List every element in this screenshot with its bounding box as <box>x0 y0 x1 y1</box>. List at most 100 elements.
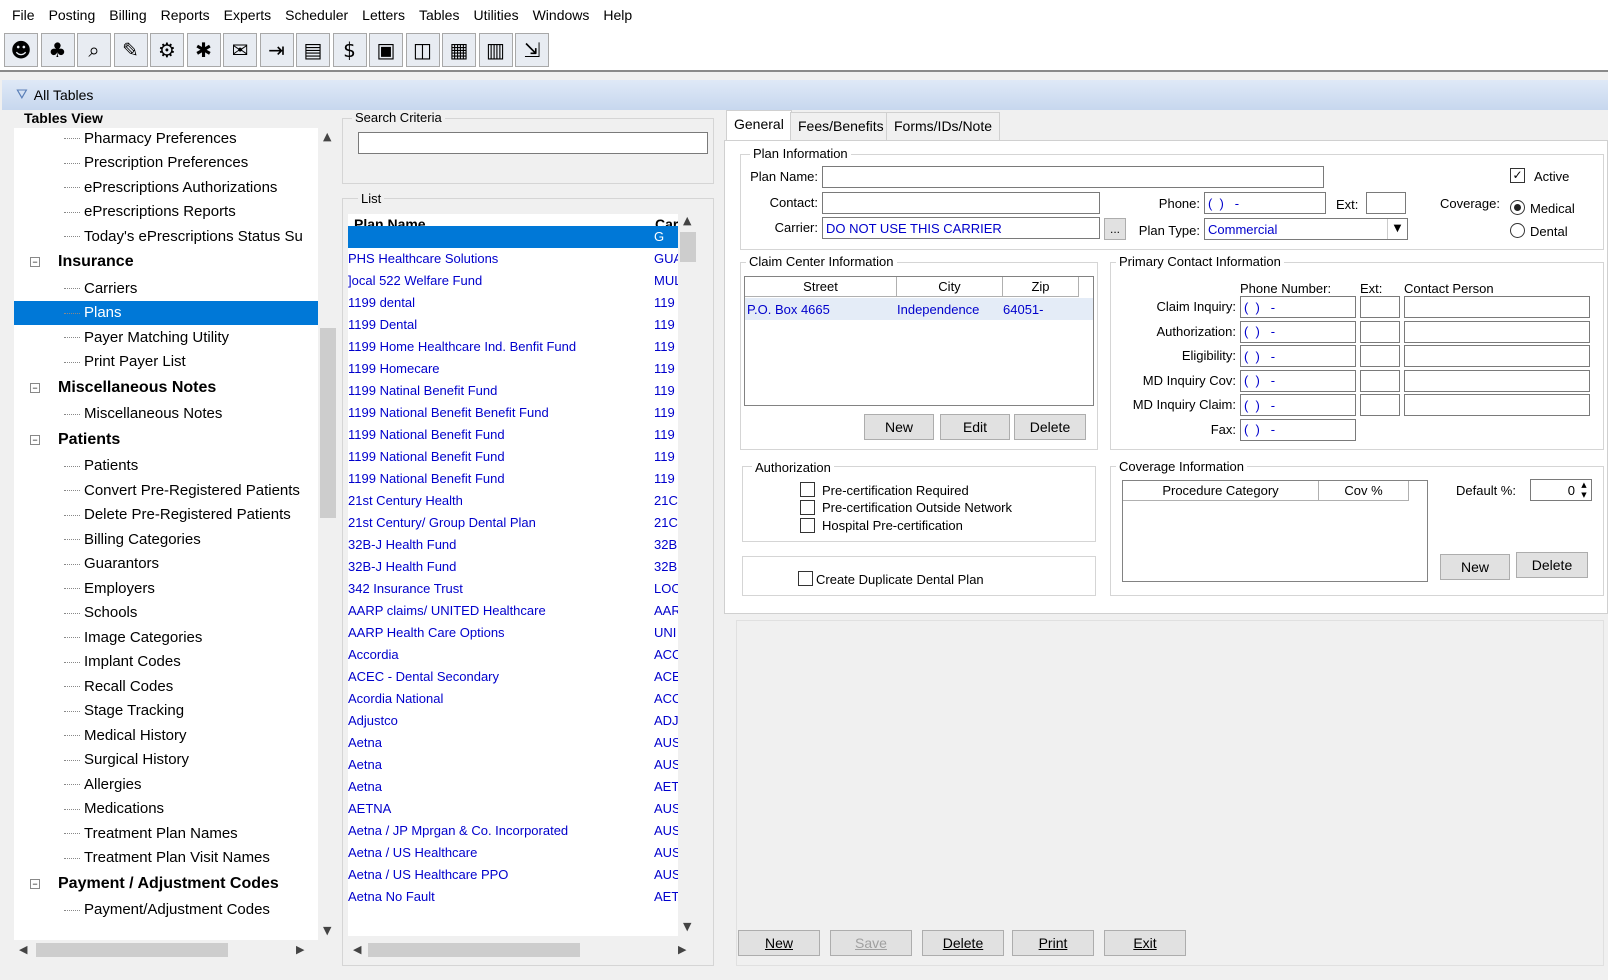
precert-outside-network-checkbox[interactable] <box>800 500 815 515</box>
contact-ext-field[interactable] <box>1360 394 1400 416</box>
menu-experts[interactable]: Experts <box>218 7 279 23</box>
tree-group-insurance[interactable]: − Insurance <box>14 250 320 274</box>
tree-item-guarantors[interactable]: Guarantors <box>14 552 320 576</box>
list-item[interactable]: 342 Insurance Trust LOC <box>348 578 678 600</box>
tree-item-eprescriptions-authorizations[interactable]: ePrescriptions Authorizations <box>14 175 320 199</box>
list-item[interactable]: G <box>348 226 678 248</box>
scroll-right-icon[interactable]: ▶ <box>678 943 686 956</box>
tree-group-miscellaneous-notes[interactable]: − Miscellaneous Notes <box>14 376 320 400</box>
tree-item-implant-codes[interactable]: Implant Codes <box>14 650 320 674</box>
default-percent-stepper[interactable]: 0 ▲ ▼ <box>1530 479 1592 501</box>
window-icon[interactable]: ◫ <box>405 33 440 67</box>
street-header[interactable]: Street <box>745 277 897 297</box>
list-item[interactable]: 1199 National Benefit Fund 119 <box>348 424 678 446</box>
contact-field[interactable] <box>822 192 1100 214</box>
list-item[interactable]: Accordia ACC <box>348 644 678 666</box>
list-item[interactable]: 32B-J Health Fund 32B. <box>348 534 678 556</box>
list-item[interactable]: Aetna / US Healthcare AUS <box>348 842 678 864</box>
list-item[interactable]: Aetna AUS <box>348 754 678 776</box>
scroll-right-icon[interactable]: ▶ <box>296 943 304 956</box>
contact-person-field[interactable] <box>1404 296 1590 318</box>
tree-item-treatment-plan-names[interactable]: Treatment Plan Names <box>14 821 320 845</box>
menu-tables[interactable]: Tables <box>413 7 467 23</box>
active-checkbox[interactable]: ✓ <box>1510 168 1525 183</box>
tree-item-image-categories[interactable]: Image Categories <box>14 625 320 649</box>
menu-billing[interactable]: Billing <box>103 7 154 23</box>
scroll-thumb[interactable] <box>320 328 336 518</box>
coverage-grid[interactable]: Procedure Category Cov % <box>1122 480 1428 582</box>
phone-field[interactable] <box>1204 192 1326 214</box>
door-icon[interactable]: ⇥ <box>259 33 294 67</box>
list-item[interactable]: 1199 National Benefit Fund 119 <box>348 446 678 468</box>
folder-icon[interactable]: ▣ <box>369 33 403 67</box>
list-item[interactable]: Aetna / JP Mprgan & Co. Incorporated AUS <box>348 820 678 842</box>
tree-item-stage-tracking[interactable]: Stage Tracking <box>14 699 320 723</box>
list-item[interactable]: 21st Century/ Group Dental Plan 21C <box>348 512 678 534</box>
tree-item-surgical-history[interactable]: Surgical History <box>14 748 320 772</box>
contact-phone-field[interactable] <box>1240 296 1356 318</box>
contact-phone-field[interactable] <box>1240 418 1356 441</box>
scroll-down-icon[interactable]: ▼ <box>683 920 691 933</box>
menu-file[interactable]: File <box>6 7 43 23</box>
precert-required-checkbox[interactable] <box>800 482 815 497</box>
contact-phone-field[interactable] <box>1240 345 1356 367</box>
list-item[interactable]: 32B-J Health Fund 32B. <box>348 556 678 578</box>
table-row[interactable]: P.O. Box 4665 Independence 64051- <box>745 298 1093 320</box>
dental-radio[interactable] <box>1510 223 1525 238</box>
tree-vertical-scrollbar[interactable]: ▲ ▼ <box>318 128 338 940</box>
tree-group-patients[interactable]: − Patients <box>14 428 320 452</box>
scroll-down-icon[interactable]: ▼ <box>323 924 331 937</box>
notebook-icon[interactable]: ▦ <box>442 33 476 67</box>
create-duplicate-checkbox[interactable] <box>798 571 813 586</box>
scroll-thumb[interactable] <box>36 943 228 957</box>
tab-fees-benefits[interactable]: Fees/Benefits <box>790 112 892 140</box>
plan-type-select[interactable]: Commercial ▼ <box>1204 218 1408 240</box>
carrier-browse-button[interactable]: ... <box>1104 218 1126 240</box>
scroll-thumb[interactable] <box>680 232 696 262</box>
chevron-up-icon[interactable]: ▲ <box>1577 480 1591 490</box>
tree-item-patients[interactable]: Patients <box>14 454 320 478</box>
coverage-new-button[interactable]: New <box>1440 554 1510 580</box>
menu-posting[interactable]: Posting <box>43 7 104 23</box>
tree-item-schools[interactable]: Schools <box>14 601 320 625</box>
contact-person-field[interactable] <box>1404 369 1590 392</box>
collapse-icon[interactable]: − <box>30 878 40 889</box>
tree-item-today-s-eprescriptions-status-su[interactable]: Today's ePrescriptions Status Su <box>14 224 320 248</box>
letter-icon[interactable]: ✉ <box>223 33 257 67</box>
chevron-down-icon[interactable]: ▼ <box>1577 490 1591 500</box>
menu-help[interactable]: Help <box>597 7 640 23</box>
collapse-icon[interactable]: − <box>30 257 40 267</box>
claim-delete-button[interactable]: Delete <box>1014 414 1086 440</box>
tree-item-treatment-plan-visit-names[interactable]: Treatment Plan Visit Names <box>14 846 320 870</box>
scroll-up-icon[interactable]: ▲ <box>323 130 331 143</box>
list-item[interactable]: 1199 dental 119 <box>348 292 678 314</box>
list-item[interactable]: AETNA AUS <box>348 798 678 820</box>
list-item[interactable]: 1199 Natinal Benefit Fund 119 <box>348 380 678 402</box>
contact-ext-field[interactable] <box>1360 296 1400 318</box>
patient-icon[interactable]: ☻ <box>4 33 38 67</box>
menu-windows[interactable]: Windows <box>527 7 598 23</box>
tree-item-recall-codes[interactable]: Recall Codes <box>14 674 320 698</box>
contact-person-field[interactable] <box>1404 345 1590 367</box>
tree-item-payer-matching-utility[interactable]: Payer Matching Utility <box>14 325 320 349</box>
contact-person-field[interactable] <box>1404 394 1590 416</box>
contact-person-field[interactable] <box>1404 320 1590 343</box>
tooth-icon[interactable]: ✱ <box>186 33 221 67</box>
list-item[interactable]: 1199 Homecare 119 <box>348 358 678 380</box>
delete-button[interactable]: Delete <box>922 930 1004 956</box>
tree-item-medications[interactable]: Medications <box>14 797 320 821</box>
list-item[interactable]: 21st Century Health 21C <box>348 490 678 512</box>
chevron-down-icon[interactable]: ▼ <box>1387 219 1407 239</box>
list-item[interactable]: Aetna No Fault AET <box>348 886 678 908</box>
city-header[interactable]: City <box>897 277 1003 297</box>
list-item[interactable]: 1199 National Benefit Fund 119 <box>348 468 678 490</box>
tree-item-pharmacy-preferences[interactable]: Pharmacy Preferences <box>14 128 320 150</box>
scroll-left-icon[interactable]: ◀ <box>353 943 361 956</box>
claim-center-grid[interactable]: Street City Zip P.O. Box 4665 Independen… <box>744 276 1094 406</box>
hospital-precert-checkbox[interactable] <box>800 518 815 533</box>
list-item[interactable]: Adjustco ADJ <box>348 710 678 732</box>
menu-reports[interactable]: Reports <box>155 7 218 23</box>
tree-item-carriers[interactable]: Carriers <box>14 276 320 300</box>
claim-edit-button[interactable]: Edit <box>940 414 1010 440</box>
contact-phone-field[interactable] <box>1240 320 1356 343</box>
